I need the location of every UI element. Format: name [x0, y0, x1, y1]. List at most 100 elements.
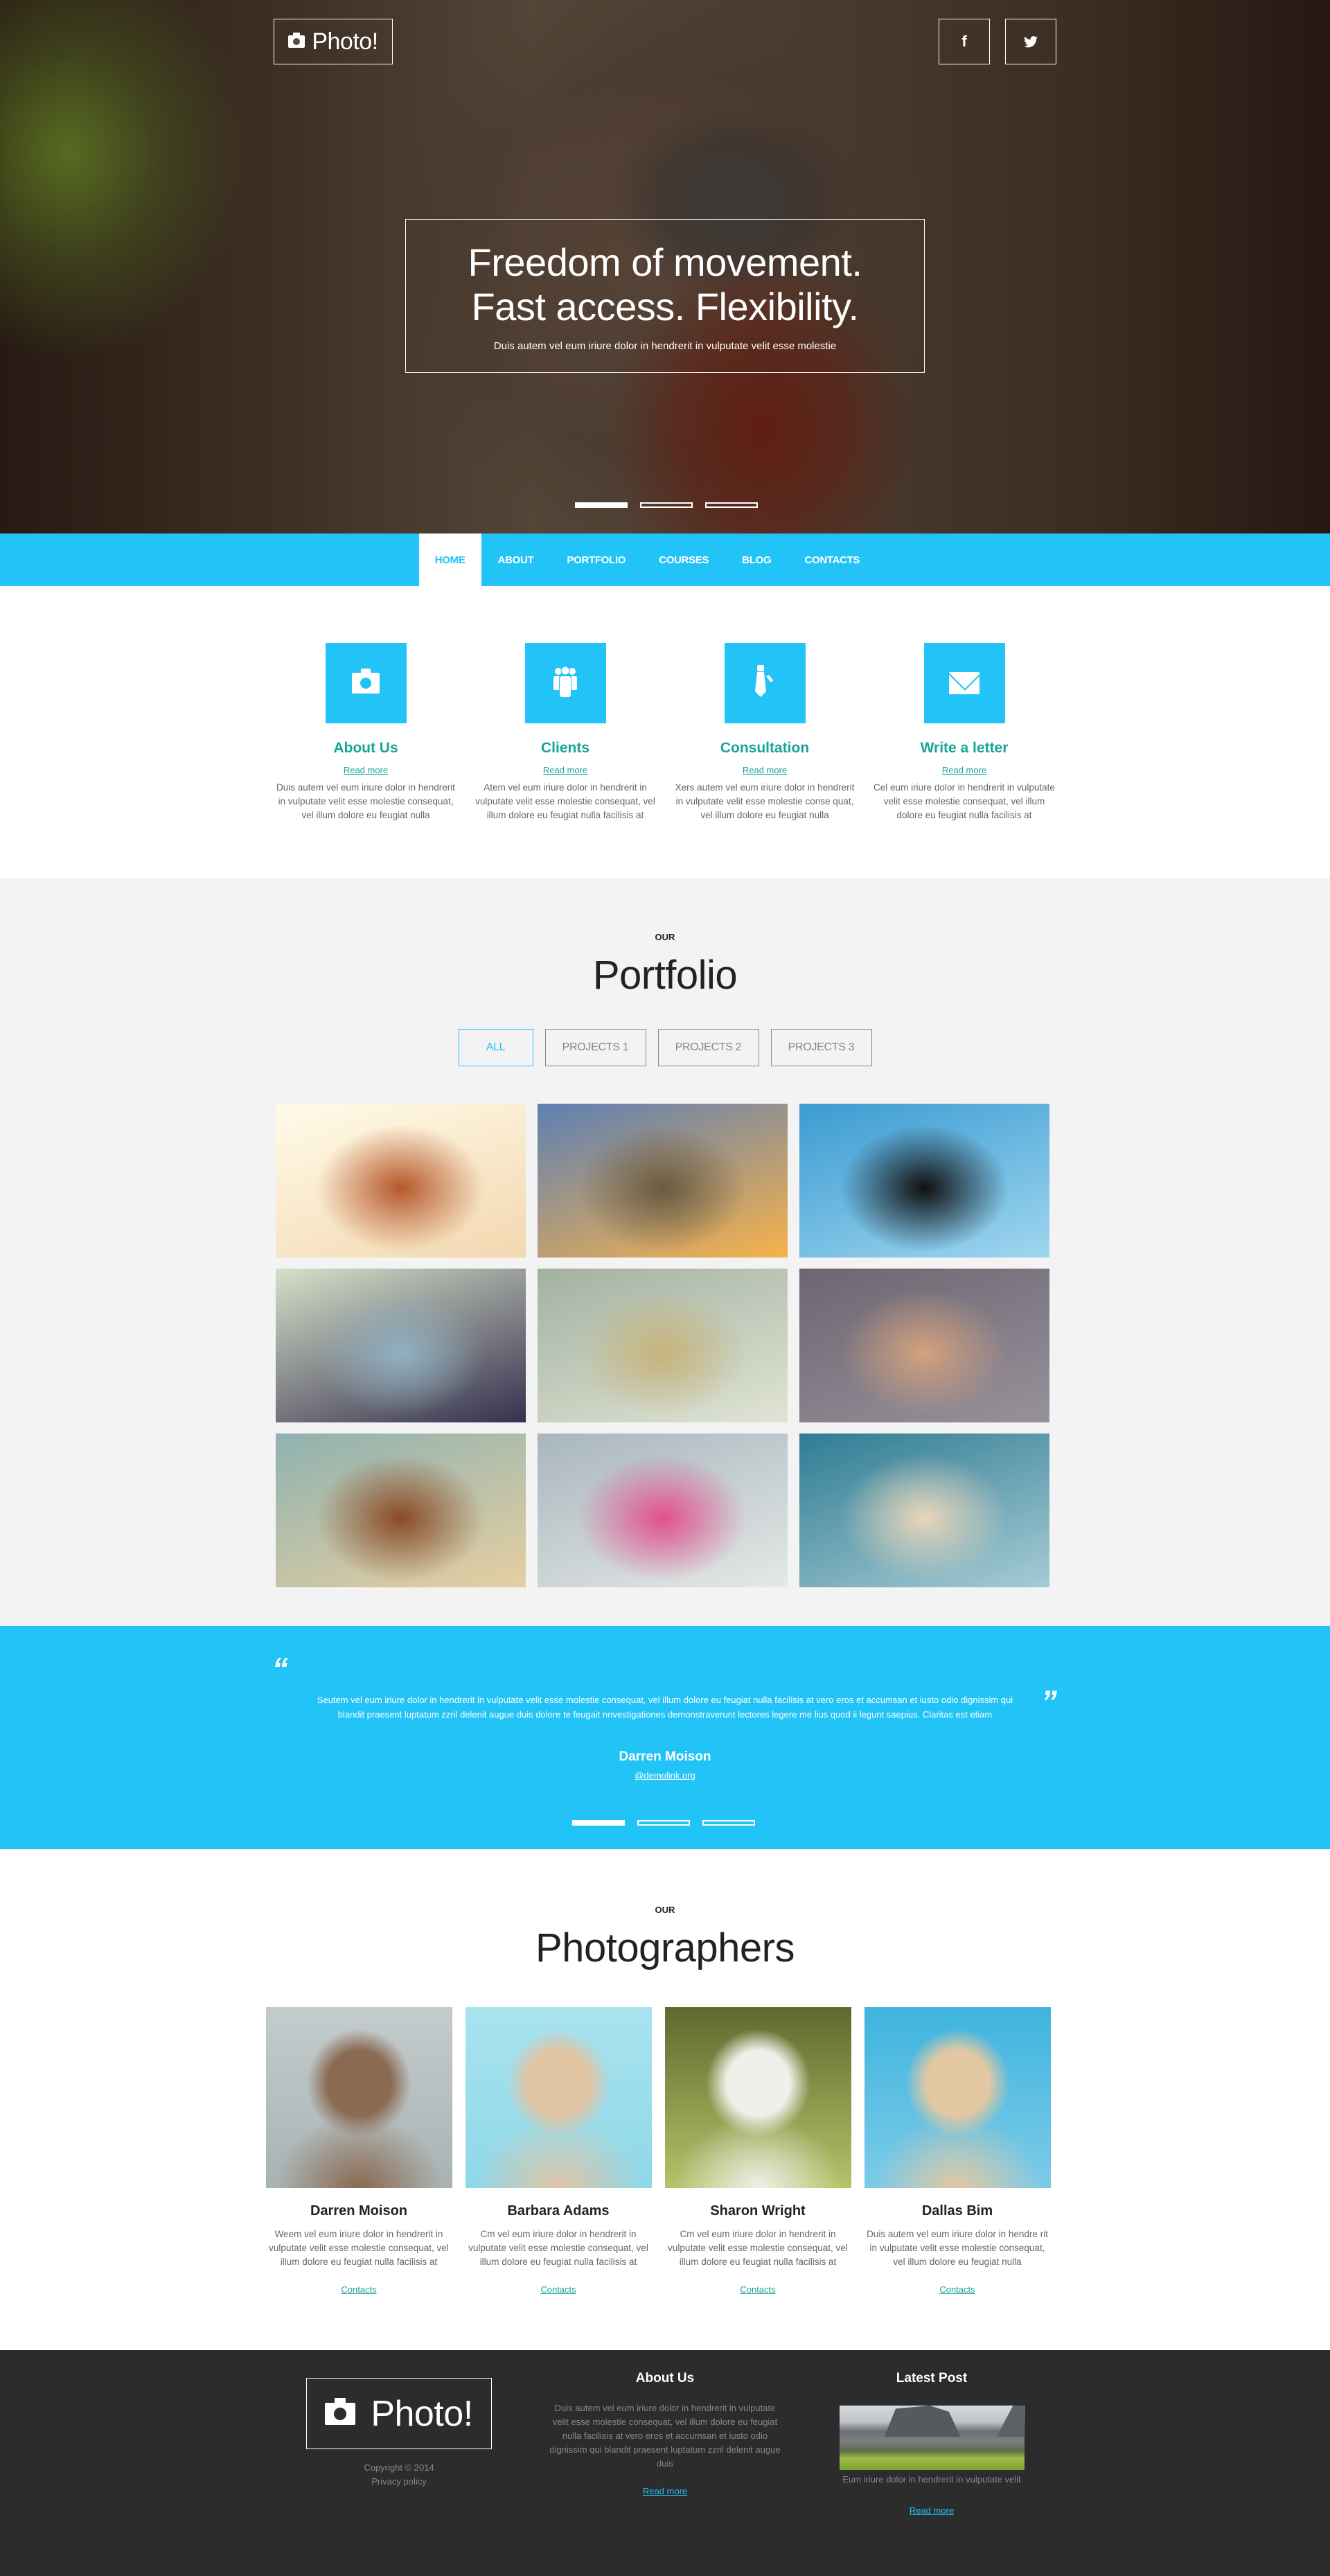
close-quote-icon: ” — [1041, 1684, 1057, 1720]
feature-icon-box[interactable] — [724, 643, 806, 723]
site-logo[interactable]: Photo! — [274, 19, 393, 64]
footer-about-read-more[interactable]: Read more — [643, 2486, 687, 2496]
latest-post-image[interactable] — [839, 2406, 1025, 2470]
feature-read-more-link[interactable]: Read more — [942, 765, 986, 775]
portfolio-image[interactable] — [276, 1433, 526, 1587]
feature-card: Write a letter Read more Cel eum iriure do… — [864, 643, 1064, 822]
feature-card: About Us Read more Duis autem vel eum iriu… — [266, 643, 466, 822]
photographers-kicker: OUR — [655, 1905, 675, 1915]
logo-text: Photo! — [312, 28, 378, 55]
twitter-icon — [1024, 35, 1038, 47]
hero-title-line-1: Freedom of movement. — [468, 240, 862, 284]
nav-item-blog[interactable]: BLOG — [725, 533, 788, 586]
footer-latest-title: Latest Post — [896, 2371, 968, 2385]
twitter-button[interactable] — [1005, 19, 1056, 64]
facebook-button[interactable]: f — [939, 19, 990, 64]
photographer-photo[interactable] — [265, 2007, 452, 2188]
photographer-bio: Cm vel eum iriure dolor in hendrerit in … — [468, 2229, 648, 2267]
filter-projects-1[interactable]: PROJECTS 1 — [544, 1029, 646, 1066]
testimonial-slider-pagination — [572, 1820, 755, 1826]
filter-projects-2[interactable]: PROJECTS 2 — [657, 1029, 759, 1066]
feature-icon-box[interactable] — [923, 643, 1005, 723]
latest-post-caption: Eum iriure dolor in hendrerit in vulputa… — [842, 2474, 1021, 2485]
feature-text: Cel eum iriure dolor in hendrerit in vul… — [874, 782, 1055, 820]
nav-item-courses[interactable]: COURSES — [642, 533, 725, 586]
testimonial-quote: Seutem vel eum iriure dolor in hendrerit… — [317, 1695, 1013, 1720]
camera-icon — [352, 669, 380, 694]
slider-dot-1[interactable] — [572, 1820, 625, 1826]
photographer-bio: Cm vel eum iriure dolor in hendrerit in … — [668, 2229, 848, 2267]
photographer-contacts-link[interactable]: Contacts — [540, 2284, 576, 2295]
testimonial-section: “ Seutem vel eum iriure dolor in hendrer… — [0, 1626, 1330, 1849]
feature-icon-box[interactable] — [524, 643, 606, 723]
camera-icon — [325, 2397, 356, 2425]
feature-icon-box[interactable] — [325, 643, 407, 723]
facebook-icon: f — [961, 33, 967, 50]
portfolio-section: OUR Portfolio ALL PROJECTS 1 PROJECTS 2 PRO… — [0, 878, 1330, 1626]
portfolio-image[interactable] — [799, 1433, 1049, 1587]
feature-card: Clients Read more Atem vel eum iriure dolo… — [466, 643, 665, 822]
nav-item-portfolio[interactable]: PORTFOLIO — [550, 533, 642, 586]
portfolio-grid — [0, 1104, 1330, 1587]
portfolio-image[interactable] — [799, 1104, 1049, 1258]
photographer-contacts-link[interactable]: Contacts — [341, 2284, 376, 2295]
feature-title: Consultation — [720, 740, 810, 756]
photographer-card: Dallas Bim Duis autem vel eum iriure dolo… — [864, 2007, 1051, 2296]
portfolio-image[interactable] — [538, 1269, 788, 1422]
nav-item-home[interactable]: HOME — [418, 533, 481, 586]
slider-dot-2[interactable] — [637, 1820, 690, 1826]
feature-title: Clients — [540, 740, 589, 756]
portfolio-image[interactable] — [538, 1433, 788, 1587]
slider-dot-3[interactable] — [705, 502, 758, 508]
footer: Photo! Copyright © 2014 Privacy policy A… — [0, 2350, 1330, 2576]
testimonial-author-link[interactable]: @demolink.org — [0, 1770, 1330, 1781]
portfolio-image[interactable] — [799, 1269, 1049, 1422]
feature-text: Duis autem vel eum iriure dolor in hendr… — [276, 782, 456, 820]
filter-all[interactable]: ALL — [458, 1029, 533, 1066]
footer-latest-post: Latest Post Eum iriure dolor in hendreri… — [831, 2371, 1032, 2517]
footer-logo-text: Photo! — [371, 2393, 473, 2434]
photographers-section: OUR Photographers Darren Moison Weem vel … — [0, 1849, 1330, 2350]
photographer-photo[interactable] — [465, 2007, 652, 2188]
feature-title: Write a letter — [920, 740, 1009, 756]
feature-read-more-link[interactable]: Read more — [743, 765, 787, 775]
feature-text: Xers autem vel eum iriure dolor in hendr… — [675, 782, 855, 820]
portfolio-image[interactable] — [276, 1104, 526, 1258]
footer-about-text: Duis autem vel eum iriure dolor in hendr… — [549, 2403, 781, 2469]
slider-dot-1[interactable] — [575, 502, 628, 508]
hero-subtitle: Duis autem vel eum iriure dolor in hendr… — [493, 340, 837, 352]
portfolio-image[interactable] — [276, 1269, 526, 1422]
photographer-contacts-link[interactable]: Contacts — [939, 2284, 975, 2295]
privacy-policy-link[interactable]: Privacy policy — [371, 2476, 426, 2487]
portfolio-filters: ALL PROJECTS 1 PROJECTS 2 PROJECTS 3 — [0, 1029, 1330, 1066]
filter-projects-3[interactable]: PROJECTS 3 — [770, 1029, 872, 1066]
latest-post-read-more[interactable]: Read more — [910, 2505, 954, 2516]
photographer-name: Dallas Bim — [921, 2203, 993, 2218]
feature-read-more-link[interactable]: Read more — [543, 765, 587, 775]
slider-dot-2[interactable] — [640, 502, 693, 508]
testimonial-author: Darren Moison — [619, 1749, 711, 1764]
photographers-grid: Darren Moison Weem vel eum iriure dolor i… — [0, 2007, 1330, 2296]
photographer-name: Sharon Wright — [710, 2203, 806, 2218]
photographer-photo[interactable] — [864, 2007, 1051, 2188]
footer-about-title: About Us — [635, 2371, 695, 2385]
feature-read-more-link[interactable]: Read more — [344, 765, 388, 775]
portfolio-image[interactable] — [538, 1104, 788, 1258]
photographer-card: Barbara Adams Cm vel eum iriure dolor in … — [465, 2007, 652, 2296]
photographer-photo[interactable] — [664, 2007, 851, 2188]
photographer-bio: Weem vel eum iriure dolor in hendrerit i… — [269, 2229, 449, 2267]
footer-about: About Us Duis autem vel eum iriure dolor… — [540, 2371, 790, 2498]
portfolio-kicker: OUR — [655, 932, 675, 942]
hero-banner: Photo! f Freedom of movement. Fast acces… — [0, 0, 1330, 533]
photographer-bio: Duis autem vel eum iriure dolor in hendr… — [867, 2229, 1048, 2267]
photographer-contacts-link[interactable]: Contacts — [740, 2284, 775, 2295]
footer-copyright-block: Copyright © 2014 Privacy policy — [306, 2461, 492, 2489]
hero-title-line-2: Fast access. Flexibility. — [471, 285, 859, 328]
nav-item-contacts[interactable]: CONTACTS — [788, 533, 876, 586]
photographer-card: Darren Moison Weem vel eum iriure dolor i… — [265, 2007, 452, 2296]
camera-icon — [288, 33, 305, 48]
slider-dot-3[interactable] — [702, 1820, 755, 1826]
footer-logo[interactable]: Photo! — [306, 2378, 492, 2449]
people-icon — [553, 666, 578, 701]
nav-item-about[interactable]: ABOUT — [481, 533, 551, 586]
